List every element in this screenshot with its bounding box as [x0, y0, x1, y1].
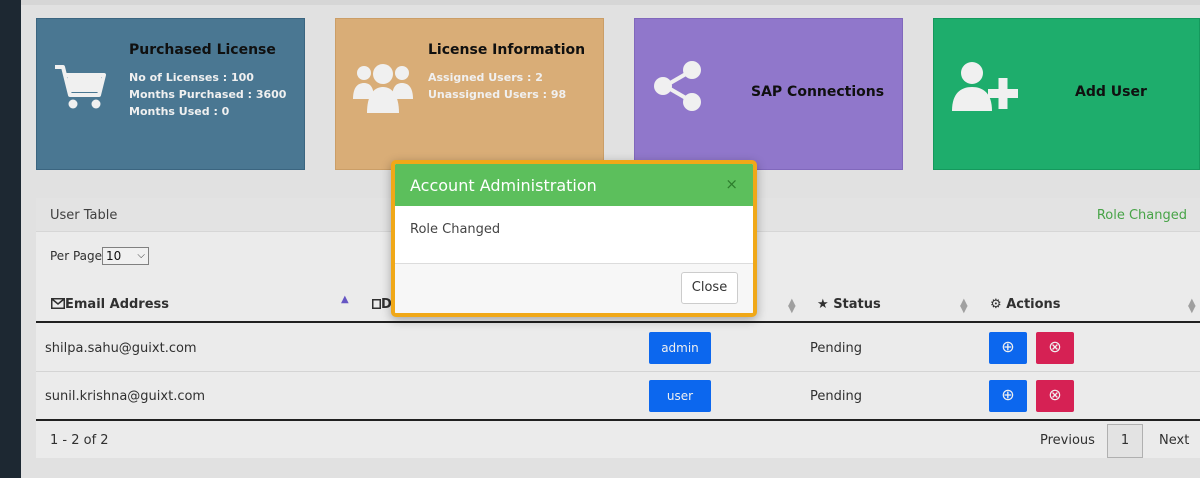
modal-title: Account Administration — [410, 176, 597, 195]
modal-message: Role Changed — [410, 222, 501, 237]
account-administration-modal: Account Administration × Role Changed Cl… — [391, 160, 757, 317]
close-button[interactable]: Close — [681, 272, 738, 304]
close-icon[interactable]: × — [725, 175, 738, 193]
modal-footer: Close — [395, 264, 753, 313]
modal-header: Account Administration × — [395, 164, 753, 206]
modal-body: Role Changed — [395, 206, 753, 264]
